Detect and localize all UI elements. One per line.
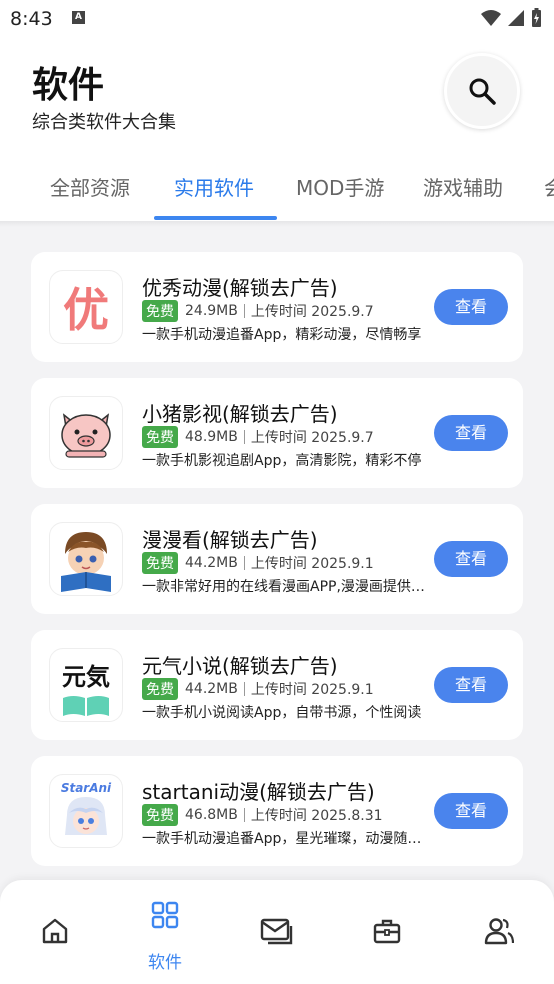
view-button[interactable]: 查看 <box>434 289 508 325</box>
free-badge: 免费 <box>142 552 178 574</box>
app-size: 44.2MB <box>185 681 238 697</box>
app-card[interactable]: 元気 元气小说(解锁去广告) 免费 44.2MB 上传时间 2025.9.1 一… <box>31 630 523 740</box>
app-description: 一款非常好用的在线看漫画APP,漫漫画提供海量 <box>142 579 432 595</box>
nav-home[interactable] <box>0 880 110 984</box>
search-icon <box>469 78 496 105</box>
app-meta: 免费 44.2MB 上传时间 2025.9.1 <box>142 678 374 700</box>
view-button[interactable]: 查看 <box>434 793 508 829</box>
upload-date: 上传时间 2025.9.1 <box>250 556 374 572</box>
view-button[interactable]: 查看 <box>434 541 508 577</box>
bottom-nav: 软件 <box>0 880 554 984</box>
app-card[interactable]: 漫漫看(解锁去广告) 免费 44.2MB 上传时间 2025.9.1 一款非常好… <box>31 504 523 614</box>
app-name: 元气小说(解锁去广告) <box>142 654 338 678</box>
notification-icon: A <box>72 11 85 24</box>
meta-divider <box>243 430 245 444</box>
nav-software[interactable]: 软件 <box>110 880 220 984</box>
search-button[interactable] <box>444 53 520 129</box>
signal-icon <box>508 10 524 26</box>
upload-date: 上传时间 2025.9.7 <box>250 430 374 446</box>
meta-divider <box>243 304 245 318</box>
app-card[interactable]: StarAni startani动漫(解锁去广告) 免费 46.8MB 上传时间… <box>31 756 523 866</box>
meta-divider <box>243 556 245 570</box>
app-meta: 免费 48.9MB 上传时间 2025.9.7 <box>142 426 374 448</box>
app-name: 漫漫看(解锁去广告) <box>142 528 318 552</box>
upload-date: 上传时间 2025.9.1 <box>250 682 374 698</box>
battery-icon <box>532 8 541 27</box>
app-card[interactable]: 小猪影视(解锁去广告) 免费 48.9MB 上传时间 2025.9.7 一款手机… <box>31 378 523 488</box>
tab-more[interactable]: 会 <box>544 172 554 201</box>
free-badge: 免费 <box>142 300 178 322</box>
nav-toolbox[interactable] <box>332 880 442 984</box>
app-description: 一款手机小说阅读App，自带书源，个性阅读 <box>142 705 422 721</box>
toolbox-icon <box>373 919 401 944</box>
page-title: 软件 <box>32 65 105 106</box>
status-time: 8:43 <box>10 8 53 30</box>
boy-reading-icon <box>49 522 123 596</box>
tab-utility-software[interactable]: 实用软件 <box>174 172 254 201</box>
app-meta: 免费 24.9MB 上传时间 2025.9.7 <box>142 300 374 322</box>
pig-face-icon <box>49 396 123 470</box>
meta-divider <box>243 682 245 696</box>
nav-users[interactable] <box>444 880 554 984</box>
view-button[interactable]: 查看 <box>434 667 508 703</box>
home-icon <box>42 918 68 944</box>
page-subtitle: 综合类软件大合集 <box>32 112 176 133</box>
app-description: 一款手机动漫追番App，精彩动漫，尽情畅享 <box>142 327 422 343</box>
app-meta: 免费 46.8MB 上传时间 2025.8.31 <box>142 804 383 826</box>
app-description: 一款手机影视追剧App，高清影院，精彩不停 <box>142 453 422 469</box>
app-name: startani动漫(解锁去广告) <box>142 780 375 804</box>
app-size: 44.2MB <box>185 555 238 571</box>
tab-mod-games[interactable]: MOD手游 <box>296 172 384 201</box>
view-button[interactable]: 查看 <box>434 415 508 451</box>
app-meta: 免费 44.2MB 上传时间 2025.9.1 <box>142 552 374 574</box>
yuanqi-book-icon: 元気 <box>49 648 123 722</box>
tab-all-resources[interactable]: 全部资源 <box>50 172 130 201</box>
app-size: 46.8MB <box>185 807 238 823</box>
active-tab-indicator <box>154 216 277 220</box>
page-header: 软件 综合类软件大合集 全部资源 实用软件 MOD手游 游戏辅助 会 <box>0 36 554 221</box>
app-size: 48.9MB <box>185 429 238 445</box>
meta-divider <box>243 808 245 822</box>
app-card[interactable]: 优 优秀动漫(解锁去广告) 免费 24.9MB 上传时间 2025.9.7 一款… <box>31 252 523 362</box>
app-name: 小猪影视(解锁去广告) <box>142 402 338 426</box>
tab-game-assist[interactable]: 游戏辅助 <box>423 172 503 201</box>
free-badge: 免费 <box>142 426 178 448</box>
status-bar: 8:43 A <box>0 0 554 36</box>
users-icon <box>484 918 514 945</box>
upload-date: 上传时间 2025.9.7 <box>250 304 374 320</box>
app-size: 24.9MB <box>185 303 238 319</box>
upload-date: 上传时间 2025.8.31 <box>250 808 383 824</box>
grid-icon <box>151 901 179 929</box>
free-badge: 免费 <box>142 804 178 826</box>
free-badge: 免费 <box>142 678 178 700</box>
app-name: 优秀动漫(解锁去广告) <box>142 276 338 300</box>
nav-software-label: 软件 <box>148 953 182 973</box>
startani-logo-icon: StarAni <box>49 774 123 848</box>
header-divider <box>0 221 554 227</box>
app-description: 一款手机动漫追番App，星光璀璨，动漫随心看 <box>142 831 432 847</box>
nav-messages[interactable] <box>220 880 330 984</box>
category-tabs: 全部资源 实用软件 MOD手游 游戏辅助 会 <box>0 166 554 221</box>
mail-icon <box>260 918 293 945</box>
wifi-icon <box>481 10 501 26</box>
you-logo-icon: 优 <box>49 270 123 344</box>
